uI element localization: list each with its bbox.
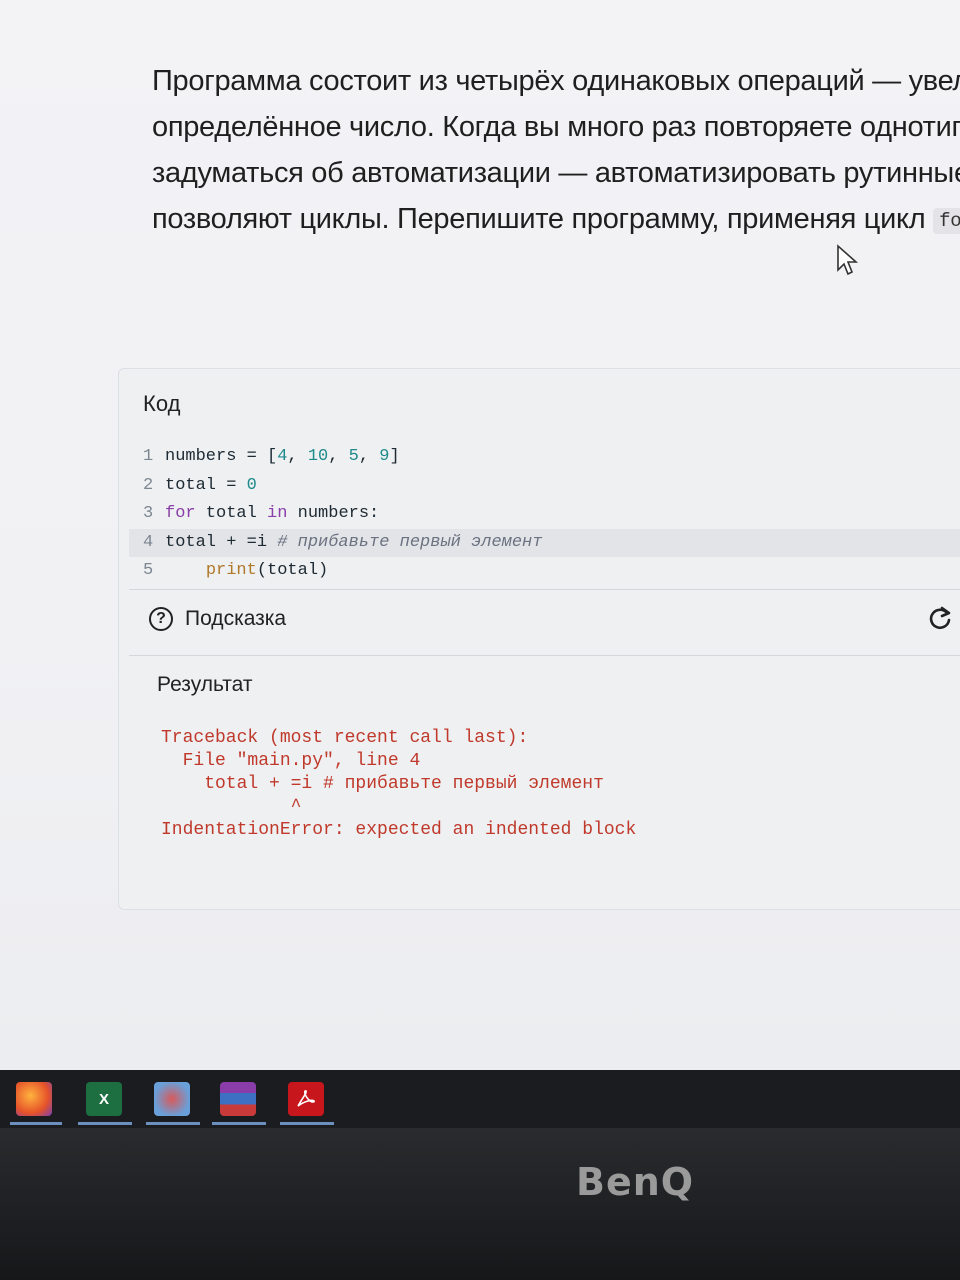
task-line: Программа состоит из четырёх одинаковых … (152, 65, 960, 97)
acrobat-icon[interactable] (288, 1082, 324, 1116)
result-title: Результат (157, 673, 253, 696)
browser-viewport: Программа состоит из четырёх одинаковых … (0, 0, 960, 1070)
taskbar: X (0, 1070, 960, 1128)
code-text: total + =i # прибавьте первый элемент (165, 532, 543, 552)
line-number: 5 (143, 561, 154, 580)
acrobat-glyph-icon (297, 1090, 315, 1107)
excel-label: X (98, 1090, 109, 1108)
code-text: total = 0 (165, 475, 257, 495)
taskbar-active-indicator (212, 1122, 266, 1125)
task-line: позволяют циклы. Перепишите программу, п… (152, 196, 960, 244)
divider (129, 589, 960, 590)
code-line[interactable]: 2 total = 0 (129, 472, 960, 501)
code-exercise-card: Код 1 numbers = [4, 10, 5, 9] 2 total = 0 … (118, 368, 960, 910)
taskbar-active-indicator (78, 1122, 132, 1125)
code-line-active[interactable]: 4 total + =i # прибавьте первый элемент (129, 528, 960, 557)
paint-icon[interactable] (154, 1082, 190, 1116)
code-text: numbers = [4, 10, 5, 9] (165, 447, 400, 466)
winrar-icon[interactable] (220, 1082, 256, 1116)
firefox-icon[interactable] (16, 1082, 52, 1116)
hint-button[interactable]: ? Подсказка (149, 607, 286, 631)
task-description: Программа состоит из четырёх одинаковых … (152, 58, 960, 244)
hint-label: Подсказка (185, 607, 287, 630)
taskbar-active-indicator (10, 1122, 62, 1125)
inline-code: fo (933, 208, 960, 234)
code-line[interactable]: 1 numbers = [4, 10, 5, 9] (129, 443, 960, 472)
code-editor[interactable]: 1 numbers = [4, 10, 5, 9] 2 total = 0 3 for… (129, 443, 960, 586)
line-number: 2 (143, 475, 154, 495)
code-line[interactable]: 3 for total in numbers: (129, 500, 960, 529)
monitor-brand-logo: BenQ (576, 1160, 695, 1204)
error-output: Traceback (most recent call last): File … (161, 728, 637, 840)
code-section-title: Код (143, 391, 181, 416)
question-icon: ? (149, 607, 173, 631)
line-number: 4 (143, 532, 154, 552)
task-line-text: позволяют циклы. Перепишите программу, п… (152, 203, 926, 235)
reset-icon[interactable] (927, 605, 953, 631)
mouse-cursor-icon (837, 244, 859, 276)
code-text: for total in numbers: (165, 504, 380, 523)
task-line: определённое число. Когда вы много раз п… (152, 111, 960, 143)
code-line[interactable]: 5 print(total) (129, 557, 960, 586)
taskbar-active-indicator (146, 1122, 200, 1125)
divider (129, 655, 960, 656)
taskbar-active-indicator (280, 1122, 334, 1125)
line-number: 3 (143, 504, 154, 523)
line-number: 1 (143, 447, 154, 466)
monitor-bezel (0, 1128, 960, 1280)
excel-icon[interactable]: X (86, 1082, 122, 1116)
task-line: задуматься об автоматизации — автоматизи… (152, 157, 960, 189)
code-text: print(total) (205, 561, 329, 580)
